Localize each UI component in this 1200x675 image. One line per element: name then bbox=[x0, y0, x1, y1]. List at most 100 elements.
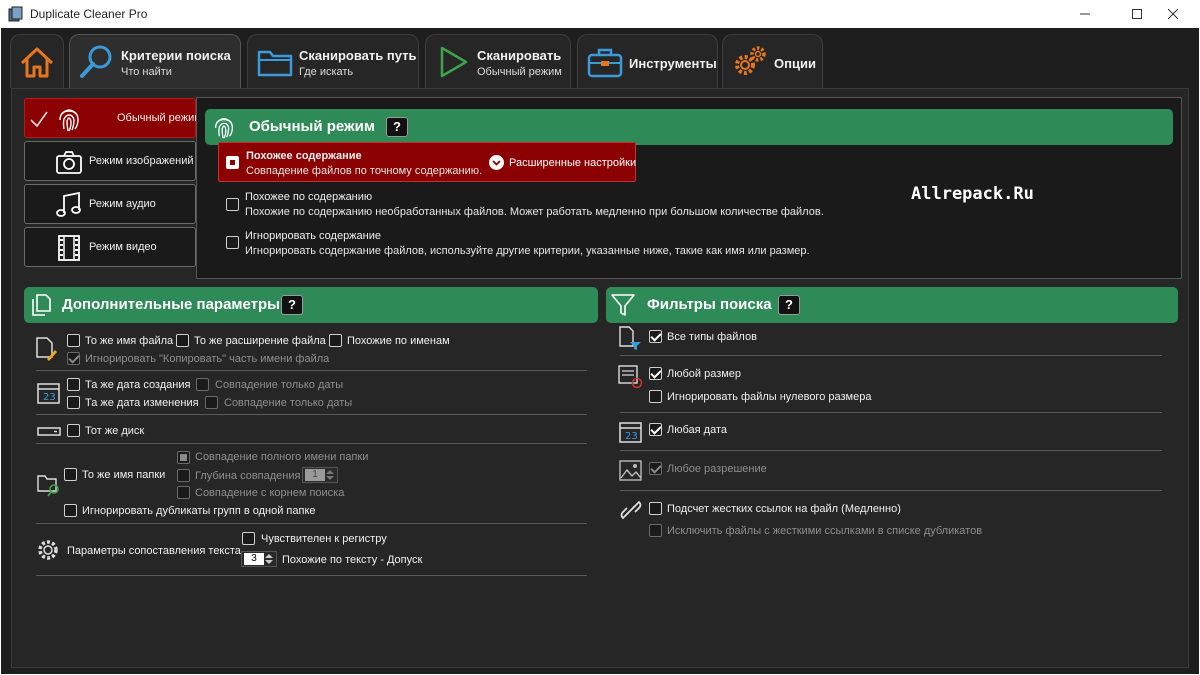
tab-tools[interactable]: Инструменты bbox=[577, 34, 718, 88]
ignore-copy-checkbox[interactable] bbox=[67, 352, 80, 365]
advanced-settings-button[interactable]: Расширенные настройки bbox=[489, 155, 636, 170]
any-resolution-checkbox[interactable] bbox=[649, 462, 662, 475]
same-filename-label: То же имя файла bbox=[85, 335, 174, 347]
created-date-only-label: Совпадение только даты bbox=[215, 379, 344, 391]
full-folder-match-label: Совпадение полного имени папки bbox=[195, 451, 369, 463]
copy-files-icon bbox=[32, 294, 51, 316]
match-depth-stepper[interactable]: 1 bbox=[302, 467, 338, 483]
option-same-content[interactable]: Похожее содержание Совпадение файлов по … bbox=[218, 142, 636, 182]
mode-video[interactable]: Режим видео bbox=[24, 227, 196, 267]
modified-date-only-label: Совпадение только даты bbox=[224, 397, 353, 409]
case-sensitive-checkbox[interactable] bbox=[242, 532, 255, 545]
maximize-icon bbox=[1132, 9, 1142, 19]
hardlinks-checkbox[interactable] bbox=[649, 502, 662, 515]
option-radio[interactable] bbox=[226, 156, 239, 169]
same-folder-label: То же имя папки bbox=[82, 469, 166, 481]
option-title: Похожее содержание bbox=[246, 150, 362, 162]
help-button[interactable]: ? bbox=[778, 295, 800, 315]
exclude-hardlinks-checkbox[interactable] bbox=[649, 524, 662, 537]
ignore-zero-size-checkbox[interactable] bbox=[649, 390, 662, 403]
normal-mode-header: Обычный режим ? bbox=[205, 109, 1173, 145]
any-size-label: Любой размер bbox=[667, 368, 742, 380]
text-tolerance-stepper[interactable]: 3 bbox=[241, 551, 277, 567]
filter-icon bbox=[611, 294, 635, 316]
stepper-arrows-icon bbox=[265, 554, 273, 564]
option-description: Совпадение файлов по точному содержанию. bbox=[246, 165, 483, 177]
calendar-icon: 23 bbox=[37, 383, 60, 404]
text-match-params-label: Параметры сопоставления текста bbox=[67, 545, 241, 557]
same-folder-checkbox[interactable] bbox=[64, 468, 77, 481]
additional-params-header: Дополнительные параметры ? bbox=[24, 287, 598, 323]
mode-label: Обычный режим bbox=[117, 112, 202, 124]
stepper-arrows-icon bbox=[326, 470, 334, 480]
text-tolerance-value: 3 bbox=[244, 553, 264, 565]
option-description: Игнорировать содержание файлов, использу… bbox=[245, 245, 810, 257]
minimize-icon bbox=[1080, 13, 1090, 15]
help-button[interactable]: ? bbox=[281, 295, 303, 315]
checkmark-icon bbox=[30, 111, 48, 128]
similar-names-checkbox[interactable] bbox=[329, 334, 342, 347]
search-icon bbox=[80, 45, 112, 78]
exclude-hardlinks-label: Исключить файлы с жесткими ссылками в сп… bbox=[667, 525, 983, 537]
divider bbox=[36, 414, 587, 415]
app-logo-icon bbox=[8, 6, 23, 22]
case-sensitive-label: Чувствителен к регистру bbox=[261, 533, 387, 545]
same-filename-checkbox[interactable] bbox=[67, 334, 80, 347]
same-created-checkbox[interactable] bbox=[67, 378, 80, 391]
section-title: Обычный режим bbox=[249, 118, 375, 135]
folder-search-icon bbox=[37, 475, 59, 497]
tab-scan-path[interactable]: Сканировать путь Где искать bbox=[247, 34, 419, 88]
app-window: Критерии поиска Что найти Сканировать пу… bbox=[1, 28, 1199, 674]
mode-images[interactable]: Режим изображений bbox=[24, 141, 196, 181]
camera-icon bbox=[56, 151, 82, 174]
size-filter-icon bbox=[618, 365, 643, 389]
any-resolution-label: Любое разрешение bbox=[667, 463, 767, 475]
all-file-types-label: Все типы файлов bbox=[667, 331, 757, 343]
mode-audio[interactable]: Режим аудио bbox=[24, 184, 196, 224]
title-bar: Duplicate Cleaner Pro bbox=[0, 0, 1200, 28]
close-button[interactable] bbox=[1150, 0, 1196, 28]
divider bbox=[36, 443, 587, 444]
gears-icon bbox=[735, 46, 766, 75]
option-title: Похожее по содержанию bbox=[245, 191, 373, 203]
divider bbox=[36, 575, 587, 576]
root-match-checkbox[interactable] bbox=[177, 486, 190, 499]
all-file-types-checkbox[interactable] bbox=[649, 330, 662, 343]
option-radio[interactable] bbox=[226, 236, 239, 249]
full-folder-match-checkbox[interactable] bbox=[177, 451, 190, 464]
same-modified-label: Та же дата изменения bbox=[85, 397, 199, 409]
advanced-settings-label: Расширенные настройки bbox=[509, 156, 637, 169]
divider bbox=[620, 490, 1162, 491]
folder-icon bbox=[257, 50, 293, 77]
tab-scan[interactable]: Сканировать Обычный режим bbox=[425, 34, 571, 88]
svg-text:23: 23 bbox=[625, 431, 638, 442]
tab-search-criteria[interactable]: Критерии поиска Что найти bbox=[69, 34, 241, 88]
file-edit-icon bbox=[36, 337, 57, 361]
criteria-panel: Обычный режим Режим изображений Режим ау… bbox=[11, 88, 1189, 668]
mode-label: Режим аудио bbox=[89, 198, 156, 210]
ignore-copy-label: Игнорировать "Копировать" часть имени фа… bbox=[85, 353, 330, 365]
normal-mode-panel: Обычный режим ? Похожее содержание Совпа… bbox=[196, 97, 1182, 279]
svg-text:23: 23 bbox=[43, 392, 56, 403]
match-depth-checkbox[interactable] bbox=[177, 469, 190, 482]
help-button[interactable]: ? bbox=[386, 117, 408, 137]
same-extension-checkbox[interactable] bbox=[176, 334, 189, 347]
same-modified-checkbox[interactable] bbox=[67, 396, 80, 409]
minimize-button[interactable] bbox=[1062, 0, 1108, 28]
ignore-zero-size-label: Игнорировать файлы нулевого размера bbox=[667, 391, 872, 403]
option-title: Игнорировать содержание bbox=[245, 230, 381, 242]
modified-date-only-checkbox[interactable] bbox=[205, 396, 218, 409]
option-radio[interactable] bbox=[226, 198, 239, 211]
tab-options[interactable]: Опции bbox=[722, 34, 823, 88]
created-date-only-checkbox[interactable] bbox=[196, 378, 209, 391]
any-date-checkbox[interactable] bbox=[649, 423, 662, 436]
mode-normal[interactable]: Обычный режим bbox=[24, 98, 202, 138]
tab-home[interactable] bbox=[10, 34, 64, 88]
any-size-checkbox[interactable] bbox=[649, 367, 662, 380]
same-disk-checkbox[interactable] bbox=[67, 424, 80, 437]
ignore-group-dupes-checkbox[interactable] bbox=[64, 504, 77, 517]
watermark-text: Allrepack.Ru bbox=[911, 184, 1034, 204]
window-title: Duplicate Cleaner Pro bbox=[30, 7, 148, 21]
tab-label: Критерии поиска bbox=[121, 48, 231, 63]
tab-label: Сканировать путь bbox=[299, 48, 417, 63]
